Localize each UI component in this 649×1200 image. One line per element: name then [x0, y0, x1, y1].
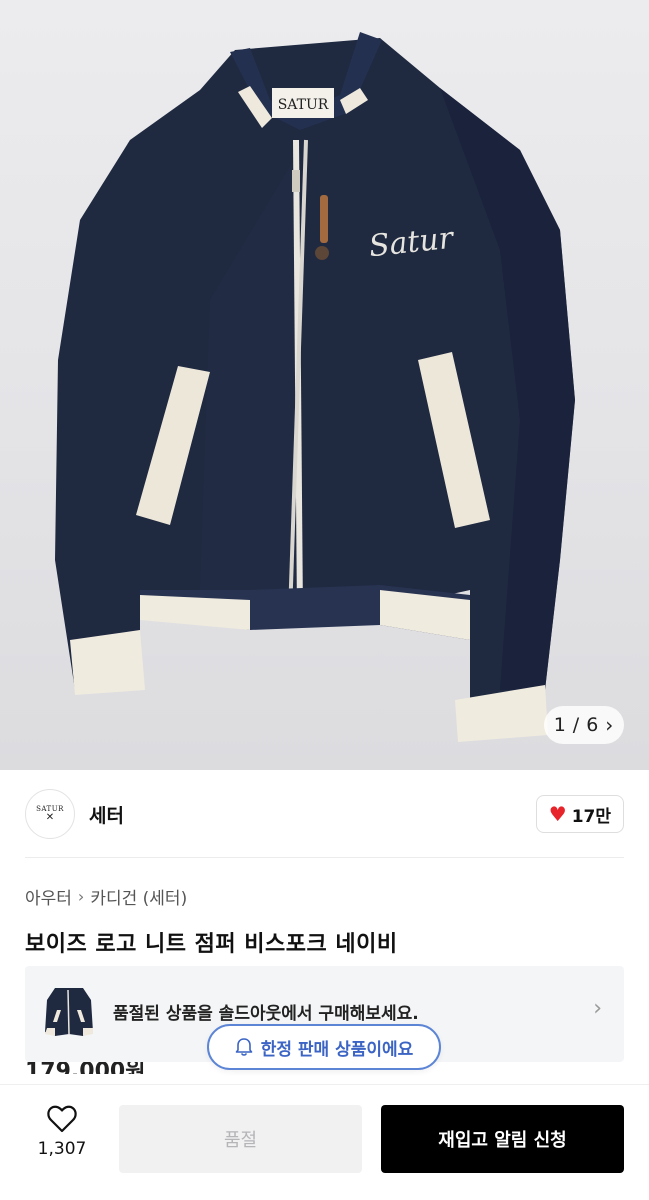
- bell-icon: [235, 1038, 252, 1056]
- soldout-banner-text: 품절된 상품을 솔드아웃에서 구매해보세요.: [113, 1004, 419, 1024]
- heart-filled-icon: ♥: [548, 802, 567, 826]
- brand-row: SATUR ✕ 세터 ♥ 17만: [25, 788, 624, 840]
- brand-name[interactable]: 세터: [89, 801, 124, 828]
- limited-sale-text: 한정 판매 상품이에요: [260, 1039, 414, 1060]
- wishlist-button[interactable]: 1,307: [28, 1105, 96, 1175]
- breadcrumb: 아우터 › 카디건 (세터): [25, 884, 187, 909]
- svg-text:SATUR: SATUR: [278, 97, 329, 113]
- soldout-button: 품절: [119, 1105, 362, 1173]
- wishlist-count: 1,307: [37, 1139, 87, 1159]
- page-current: 1: [553, 714, 567, 736]
- brand-mark-icon: ✕: [45, 812, 55, 823]
- page-separator: /: [572, 714, 581, 736]
- breadcrumb-item-cardigan[interactable]: 카디건 (세터): [90, 884, 187, 909]
- restock-alert-button[interactable]: 재입고 알림 신청: [381, 1105, 624, 1173]
- limited-sale-notice: 한정 판매 상품이에요: [207, 1024, 441, 1070]
- breadcrumb-item-outer[interactable]: 아우터: [25, 884, 72, 909]
- brand-like-count: 17만: [571, 806, 611, 827]
- image-page-counter[interactable]: 1 / 6 ›: [544, 706, 624, 744]
- product-photo-jacket: SATUR Satur: [55, 32, 575, 742]
- brand-like-button[interactable]: ♥ 17만: [535, 795, 624, 833]
- chevron-right-icon: ›: [77, 887, 85, 906]
- heart-outline-icon: [47, 1105, 77, 1133]
- product-title: 보이즈 로고 니트 점퍼 비스포크 네이비: [25, 932, 398, 957]
- brand-logo[interactable]: SATUR ✕: [25, 789, 75, 839]
- soldout-thumbnail: [45, 988, 93, 1036]
- divider: [25, 857, 624, 858]
- chevron-right-icon[interactable]: ›: [605, 715, 614, 735]
- page-total: 6: [586, 714, 600, 736]
- bottom-action-bar: 1,307 품절 재입고 알림 신청: [0, 1084, 649, 1200]
- chevron-right-icon: ›: [593, 996, 602, 1021]
- product-image-gallery[interactable]: SATUR Satur 1 / 6 ›: [0, 0, 649, 770]
